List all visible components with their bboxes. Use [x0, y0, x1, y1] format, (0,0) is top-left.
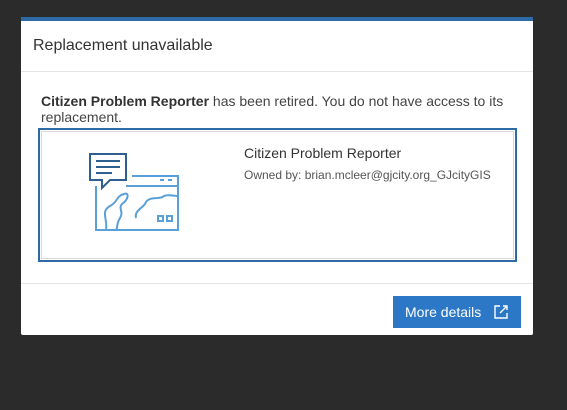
item-owner: Owned by: brian.mcleer@gjcity.org_GJcity… — [244, 168, 491, 182]
more-details-label: More details — [405, 304, 482, 320]
retired-app-name: Citizen Problem Reporter — [41, 93, 210, 109]
retired-message: Citizen Problem Reporter has been retire… — [41, 93, 513, 125]
dialog-header: Replacement unavailable — [21, 21, 533, 72]
dialog-body: Citizen Problem Reporter has been retire… — [21, 72, 533, 125]
external-link-icon — [494, 305, 508, 319]
dialog-title: Replacement unavailable — [33, 37, 213, 54]
map-app-icon — [89, 153, 179, 231]
item-title[interactable]: Citizen Problem Reporter — [244, 145, 401, 161]
replacement-dialog: Replacement unavailable Citizen Problem … — [21, 17, 533, 335]
replacement-item-card[interactable]: Citizen Problem Reporter Owned by: brian… — [38, 128, 517, 262]
dialog-footer: More details — [21, 283, 533, 336]
more-details-button[interactable]: More details — [393, 296, 521, 328]
item-card-inner: Citizen Problem Reporter Owned by: brian… — [41, 131, 514, 259]
